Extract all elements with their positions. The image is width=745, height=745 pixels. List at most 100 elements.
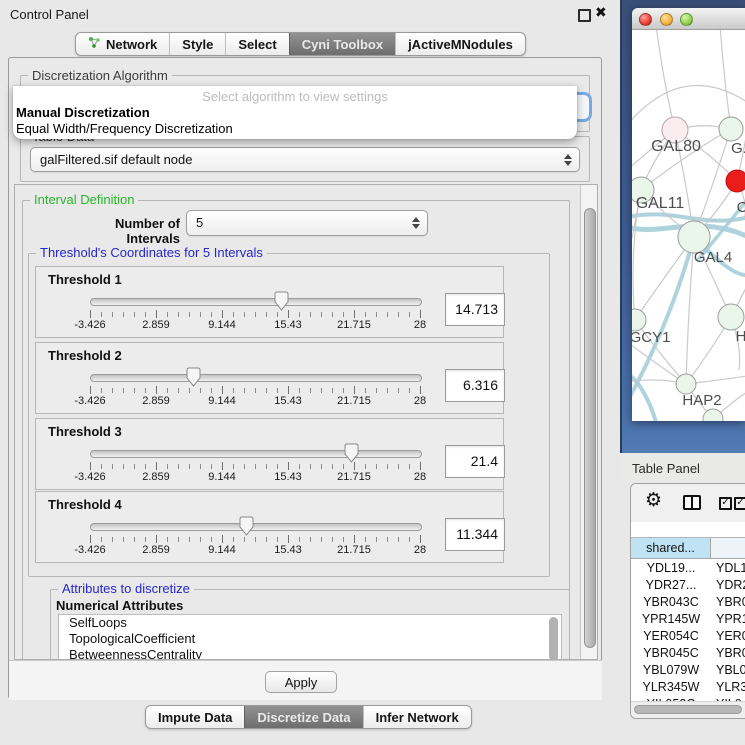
slider-major-tick <box>156 310 157 318</box>
network-node-hap2[interactable] <box>676 374 696 394</box>
list-scrollbar-thumb[interactable] <box>549 617 558 660</box>
slider-thumb[interactable] <box>238 516 255 537</box>
network-node-label-gal4: GAL4 <box>694 249 732 266</box>
network-window-titlebar[interactable] <box>632 8 745 30</box>
threshold-value-field[interactable]: 6.316 <box>445 369 505 402</box>
network-edge-highlighted[interactable] <box>632 214 745 220</box>
tab-cyni-toolbox[interactable]: Cyni Toolbox <box>289 33 395 55</box>
slider-tick-label: 9.144 <box>208 544 236 556</box>
checkbox-checked-icon[interactable]: ✓ <box>734 497 745 510</box>
threshold-value-field[interactable]: 21.4 <box>445 445 505 478</box>
table-hscrollbar-thumb[interactable] <box>634 705 742 714</box>
slider-thumb[interactable] <box>185 367 202 388</box>
threshold-slider-track[interactable] <box>90 450 422 458</box>
cell-name: YDR2 <box>711 577 745 594</box>
network-node-gcy1[interactable] <box>632 309 646 331</box>
tab-jactivemnodules[interactable]: jActiveMNodules <box>395 33 525 55</box>
tab-select[interactable]: Select <box>225 33 288 55</box>
minimize-window-icon[interactable] <box>660 13 673 26</box>
viewport-scrollbar-thumb[interactable] <box>584 208 596 648</box>
float-panel-icon[interactable] <box>578 9 591 22</box>
threshold-value-field[interactable]: 11.344 <box>445 518 505 551</box>
tab-discretize-data[interactable]: Discretize Data <box>244 706 362 728</box>
close-window-icon[interactable] <box>639 13 652 26</box>
split-columns-icon[interactable] <box>683 495 701 510</box>
algorithm-option-manual-discretization[interactable]: Manual Discretization <box>16 105 150 120</box>
table-panel: ⚙ ✓ ✓ shared...n YDL19...YDL1YDR27...YDR… <box>630 483 745 719</box>
checkbox-checked-icon[interactable]: ✓ <box>719 497 732 510</box>
column-header-n[interactable]: n <box>711 538 745 558</box>
table-panel-title: Table Panel <box>632 461 700 476</box>
attribute-item-selfloops[interactable]: SelfLoops <box>59 615 561 631</box>
tab-label: Impute Data <box>158 710 232 725</box>
panel-title: Control Panel <box>10 7 89 22</box>
table-row[interactable]: YDL19...YDL1 <box>631 560 745 577</box>
close-panel-icon[interactable]: ✖ <box>595 4 607 21</box>
network-node-c[interactable] <box>726 170 745 192</box>
table-data-value: galFiltered.sif default node <box>40 148 192 171</box>
gear-icon[interactable]: ⚙ <box>645 491 662 511</box>
numerical-attributes-list[interactable]: SelfLoopsTopologicalCoefficientBetweenne… <box>58 614 562 660</box>
table-row[interactable]: YBR043CYBR0 <box>631 594 745 611</box>
threshold-slider-track[interactable] <box>90 523 422 531</box>
algorithm-option-equal-width-frequency-discretization[interactable]: Equal Width/Frequency Discretization <box>16 121 233 136</box>
slider-tick-label: 15.43 <box>274 319 302 331</box>
table-row[interactable]: YLR345WYLR3 <box>631 679 745 696</box>
slider-major-tick <box>222 462 223 470</box>
table-header: shared...n <box>631 537 745 559</box>
threshold-row-4: Threshold 4-3.4262.8599.14415.4321.71528… <box>35 491 504 563</box>
slider-thumb[interactable] <box>343 443 360 464</box>
table-row[interactable]: YER054CYER0 <box>631 628 745 645</box>
threshold-value-field[interactable]: 14.713 <box>445 293 505 326</box>
dropdown-hint: Select algorithm to view settings <box>13 89 577 104</box>
slider-tick-label: 15.43 <box>274 395 302 407</box>
slider-major-tick <box>156 462 157 470</box>
network-node-g[interactable] <box>719 117 743 141</box>
attributes-group-title: Attributes to discretize <box>58 582 194 595</box>
table-row[interactable]: YBR045CYBR0 <box>631 645 745 662</box>
tab-network[interactable]: Network <box>76 33 169 55</box>
table-hscrollbar[interactable] <box>631 701 745 718</box>
slider-major-tick <box>420 310 421 318</box>
network-node-label-gal11: GAL11 <box>636 195 685 212</box>
network-canvas[interactable]: GAL80G.CGAL11GAL4GCY1HHAP2 <box>632 30 745 421</box>
slider-tick-label: -3.426 <box>74 395 105 407</box>
tab-style[interactable]: Style <box>169 33 225 55</box>
number-of-intervals-combobox[interactable]: 5 <box>186 210 428 236</box>
slider-tick-label: 2.859 <box>142 544 170 556</box>
viewport-scrollbar[interactable] <box>580 185 598 659</box>
number-of-intervals-label: Number of Intervals <box>60 216 180 246</box>
network-node-label-gcy1: GCY1 <box>632 329 670 346</box>
network-edge[interactable] <box>656 30 675 130</box>
cell-name: YBR0 <box>711 594 745 611</box>
network-icon <box>88 36 101 52</box>
cell-name: YBL0 <box>711 662 745 679</box>
table-row[interactable]: YDR27...YDR2 <box>631 577 745 594</box>
slider-minor-ticks <box>90 312 422 317</box>
threshold-slider-track[interactable] <box>90 374 422 382</box>
attribute-item-betweennesscentrality[interactable]: BetweennessCentrality <box>59 647 561 660</box>
zoom-window-icon[interactable] <box>680 13 693 26</box>
slider-thumb[interactable] <box>273 291 290 312</box>
slider-major-tick <box>288 462 289 470</box>
table-row[interactable]: YPR145WYPR1 <box>631 611 745 628</box>
cell-shared-name: YBR045C <box>631 645 711 662</box>
apply-button[interactable]: Apply <box>265 671 337 693</box>
interval-definition-title: Interval Definition <box>30 193 138 206</box>
threshold-slider-track[interactable] <box>90 298 422 306</box>
network-node-h[interactable] <box>718 304 744 330</box>
table-data-combobox[interactable]: galFiltered.sif default node <box>30 147 580 172</box>
top-tab-bar: NetworkStyleSelectCyni ToolboxjActiveMNo… <box>75 32 526 56</box>
network-node-label-c: C <box>737 199 745 216</box>
slider-tick-label: 2.859 <box>142 395 170 407</box>
attribute-item-topologicalcoefficient[interactable]: TopologicalCoefficient <box>59 631 561 647</box>
network-edge[interactable] <box>720 30 731 129</box>
table-panel-titlebar: Table Panel <box>620 453 745 483</box>
column-header-shared[interactable]: shared... <box>631 538 711 558</box>
tab-infer-network[interactable]: Infer Network <box>363 706 471 728</box>
table-row[interactable]: YBL079WYBL0 <box>631 662 745 679</box>
slider-major-tick <box>288 535 289 543</box>
slider-minor-ticks <box>90 537 422 542</box>
tab-impute-data[interactable]: Impute Data <box>146 706 244 728</box>
table-toolbar: ⚙ ✓ ✓ <box>631 484 745 522</box>
